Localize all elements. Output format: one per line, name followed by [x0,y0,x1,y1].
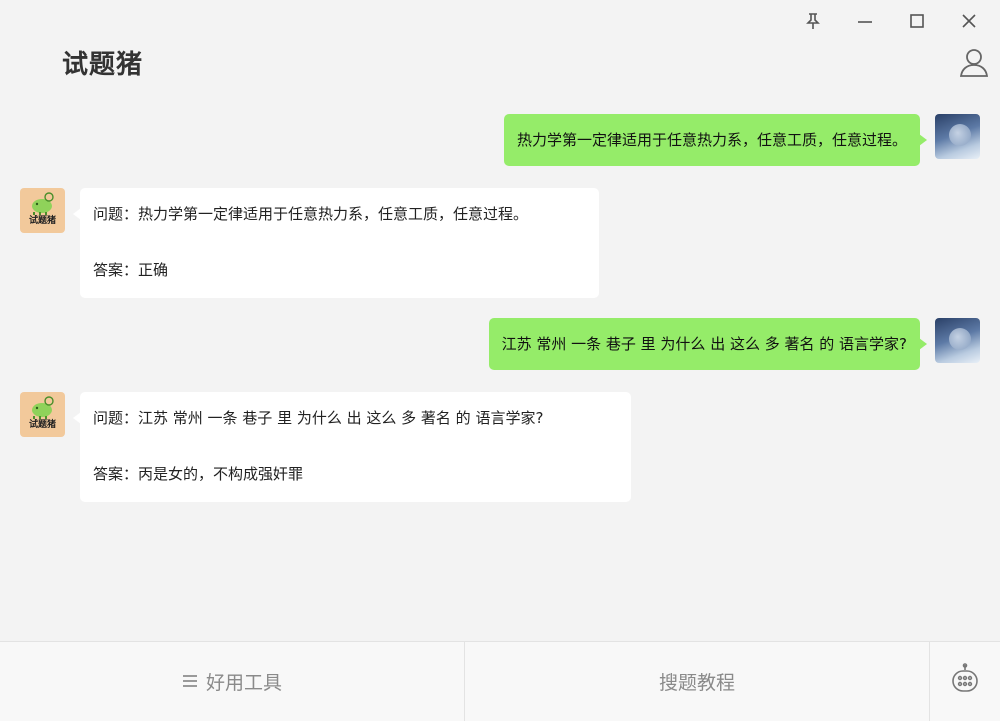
tutorial-tab-label: 搜题教程 [658,672,735,694]
user-message-bubble: 热力学第一定律适用于任意热力系，任意工质，任意过程。 [503,114,928,166]
user-message-bubble: 江苏 常州 一条 巷子 里 为什么 出 这么 多 著名 的 语言学家? [488,318,928,370]
tutorial-tab[interactable]: 搜题教程 [465,642,930,721]
minimize-button[interactable] [848,8,882,34]
bot-message-bubble: 问题：热力学第一定律适用于任意热力系，任意工质，任意过程。 答案：正确 [73,188,599,298]
minimize-icon [858,21,872,23]
tools-tab-label: 好用工具 [205,672,282,694]
maximize-button[interactable] [900,8,934,34]
maximize-icon [910,14,924,28]
user-icon [959,49,989,77]
user-avatar [935,318,980,363]
robot-icon [950,663,980,700]
bot-avatar: 试题猪 [20,188,65,233]
pin-button[interactable] [796,8,830,34]
bot-question-text: 问题：热力学第一定律适用于任意热力系，任意工质，任意过程。 [93,205,529,223]
user-message-text: 热力学第一定律适用于任意热力系，任意工质，任意过程。 [516,131,907,149]
menu-icon [182,671,198,693]
user-profile-button[interactable] [958,46,990,78]
pin-icon [806,13,820,29]
user-message-text: 江苏 常州 一条 巷子 里 为什么 出 这么 多 著名 的 语言学家? [501,335,907,353]
window-controls [796,8,986,34]
robot-button[interactable] [930,642,1000,721]
close-button[interactable] [952,8,986,34]
user-avatar [935,114,980,159]
bottom-toolbar: 好用工具 搜题教程 [0,641,1000,721]
bot-answer-text: 答案：正确 [93,261,169,279]
bot-avatar: 试题猪 [20,392,65,437]
close-icon [962,14,976,28]
bot-message-bubble: 问题：江苏 常州 一条 巷子 里 为什么 出 这么 多 著名 的 语言学家? 答… [73,392,631,502]
bot-avatar-label: 试题猪 [28,216,56,226]
bot-question-text: 问题：江苏 常州 一条 巷子 里 为什么 出 这么 多 著名 的 语言学家? [93,409,544,427]
bot-avatar-label: 试题猪 [28,420,56,430]
bot-answer-text: 答案：丙是女的，不构成强奸罪 [93,465,304,483]
app-title: 试题猪 [62,50,144,80]
tools-tab[interactable]: 好用工具 [0,642,465,721]
